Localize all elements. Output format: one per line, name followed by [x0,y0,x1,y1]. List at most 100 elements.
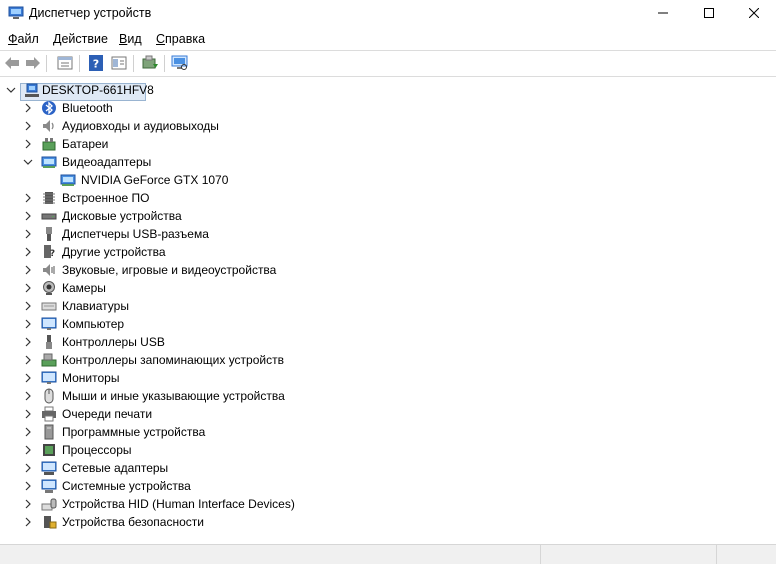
menu-help[interactable]: Справка [156,32,205,46]
tree-item-label: Контроллеры USB [62,335,165,349]
tree-item[interactable]: Контроллеры USB [0,333,776,351]
tree-item[interactable]: Устройства безопасности [0,513,776,531]
chevron-right-icon[interactable] [22,102,34,114]
toolbar-separator [164,55,165,72]
chevron-right-icon[interactable] [22,246,34,258]
chevron-right-icon[interactable] [22,318,34,330]
device-tree[interactable]: DESKTOP-661HFV8 Bluetooth Аудиовходы и а… [0,78,776,543]
tree-item-label: Мыши и иные указывающие устройства [62,389,285,403]
tree-item[interactable]: Системные устройства [0,477,776,495]
chevron-right-icon[interactable] [22,192,34,204]
chevron-right-icon[interactable] [22,264,34,276]
chevron-right-icon[interactable] [22,228,34,240]
chevron-right-icon[interactable] [22,336,34,348]
tree-item-label: Системные устройства [62,479,191,493]
chevron-right-icon[interactable] [22,390,34,402]
chevron-right-icon[interactable] [22,120,34,132]
chevron-right-icon[interactable] [22,282,34,294]
menu-file-rest: айл [17,32,39,46]
tree-child-item[interactable]: NVIDIA GeForce GTX 1070 [0,171,776,189]
update-driver-button[interactable] [141,54,159,72]
toolbar-separator [79,55,80,72]
tree-item-label: Мониторы [62,371,120,385]
menu-file[interactable]: Файл [8,32,39,46]
menu-help-rest: правка [165,32,206,46]
properties-button[interactable] [56,54,74,72]
forward-button[interactable] [24,54,42,72]
minimize-button[interactable] [640,0,686,26]
chevron-down-icon[interactable] [22,156,34,168]
tree-item-label: Дисковые устройства [62,209,182,223]
toolbar-separator-line [0,76,776,77]
chevron-right-icon[interactable] [22,480,34,492]
sound-icon [43,264,55,276]
help-button[interactable]: ? [87,54,105,72]
scan-hardware-button[interactable] [171,54,189,72]
printer-icon [42,406,56,422]
tree-item[interactable]: Программные устройства [0,423,776,441]
chevron-right-icon[interactable] [22,516,34,528]
tree-item[interactable]: Диспетчеры USB-разъема [0,225,776,243]
unknown-device-icon: ? [44,245,55,259]
tree-item[interactable]: Звуковые, игровые и видеоустройства [0,261,776,279]
close-icon [749,8,759,18]
minimize-icon [658,12,668,14]
toolbar: ? [0,51,776,76]
tree-item[interactable]: Встроенное ПО [0,189,776,207]
tree-item[interactable]: Контроллеры запоминающих устройств [0,351,776,369]
network-adapter-icon [41,461,57,475]
view-button[interactable] [110,54,128,72]
tree-item[interactable]: Дисковые устройства [0,207,776,225]
chevron-down-icon[interactable] [5,84,17,96]
close-button[interactable] [731,0,776,26]
chevron-right-icon[interactable] [22,462,34,474]
processor-icon [43,444,55,456]
tree-item-label: Встроенное ПО [62,191,150,205]
chevron-right-icon[interactable] [22,408,34,420]
tree-item[interactable]: Bluetooth [0,99,776,117]
chevron-right-icon[interactable] [22,444,34,456]
chevron-right-icon[interactable] [22,372,34,384]
tree-item[interactable]: Батареи [0,135,776,153]
tree-item-label: Программные устройства [62,425,206,439]
forward-icon [26,57,40,69]
security-device-icon [44,516,57,529]
back-button[interactable] [3,54,21,72]
tree-item[interactable]: Процессоры [0,441,776,459]
window-title: Диспетчер устройств [29,6,152,20]
menu-view[interactable]: Вид [119,32,142,46]
keyboard-icon [41,302,57,311]
chevron-right-icon[interactable] [22,300,34,312]
tree-item[interactable]: Камеры [0,279,776,297]
chevron-right-icon[interactable] [22,426,34,438]
tree-item[interactable]: Сетевые адаптеры [0,459,776,477]
chevron-right-icon[interactable] [22,210,34,222]
maximize-button[interactable] [686,0,732,26]
tree-item[interactable]: ? Другие устройства [0,243,776,261]
tree-item[interactable]: Видеоадаптеры [0,153,776,171]
display-adapter-icon [41,156,57,168]
disk-drive-icon [41,213,57,220]
tree-item[interactable]: Очереди печати [0,405,776,423]
menu-action[interactable]: Действие [53,32,108,46]
tree-item-label: Сетевые адаптеры [62,461,169,475]
tree-item[interactable]: Аудиовходы и аудиовыходы [0,117,776,135]
tree-root-row[interactable]: DESKTOP-661HFV8 [0,81,776,101]
tree-item-label: Bluetooth [62,101,113,115]
chevron-right-icon[interactable] [22,138,34,150]
tree-item-label: Компьютер [62,317,125,331]
tree-item-label: Устройства HID (Human Interface Devices) [62,497,295,511]
tree-item[interactable]: Мыши и иные указывающие устройства [0,387,776,405]
maximize-icon [704,8,714,18]
usb-icon [46,335,52,349]
chevron-right-icon[interactable] [22,498,34,510]
chevron-right-icon[interactable] [22,354,34,366]
mouse-icon [44,388,54,404]
toolbar-separator [133,55,134,72]
menu-bar: Файл Действие Вид Справка [0,28,776,50]
tree-item[interactable]: Устройства HID (Human Interface Devices) [0,495,776,513]
tree-item[interactable]: Мониторы [0,369,776,387]
tree-item[interactable]: Клавиатуры [0,297,776,315]
status-cell [540,545,716,564]
tree-item[interactable]: Компьютер [0,315,776,333]
